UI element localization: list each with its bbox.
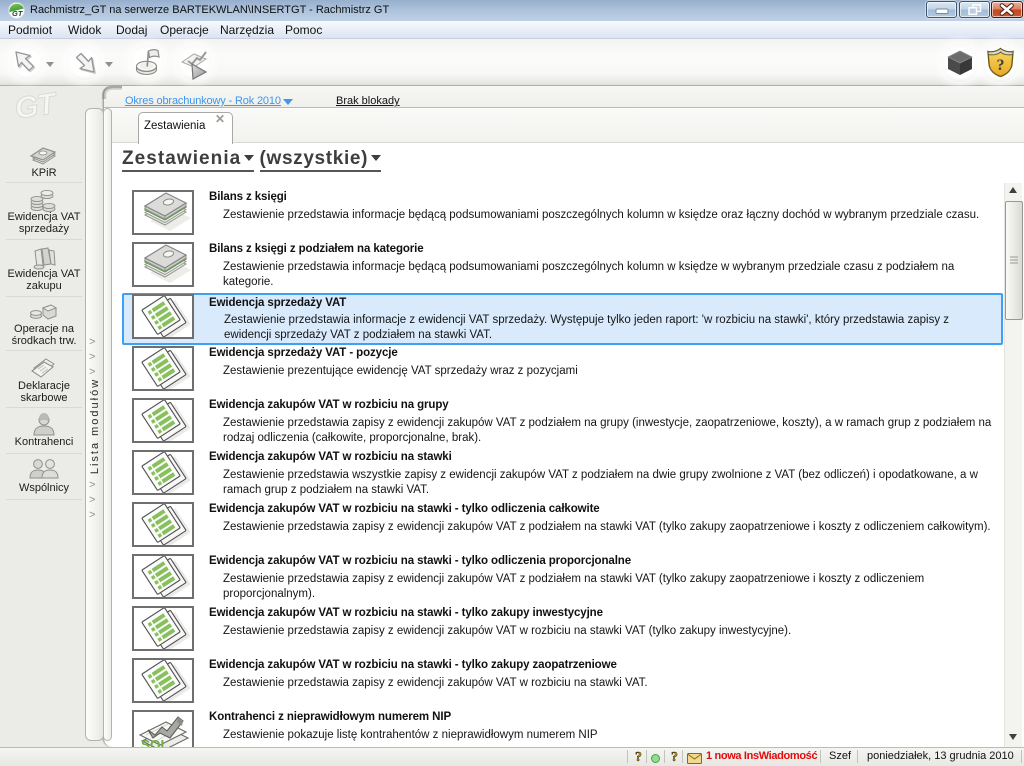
svg-text:?: ?	[635, 749, 642, 763]
svg-text:GT: GT	[12, 9, 24, 18]
svg-text:?: ?	[997, 57, 1005, 74]
svg-text:?: ?	[671, 749, 678, 763]
